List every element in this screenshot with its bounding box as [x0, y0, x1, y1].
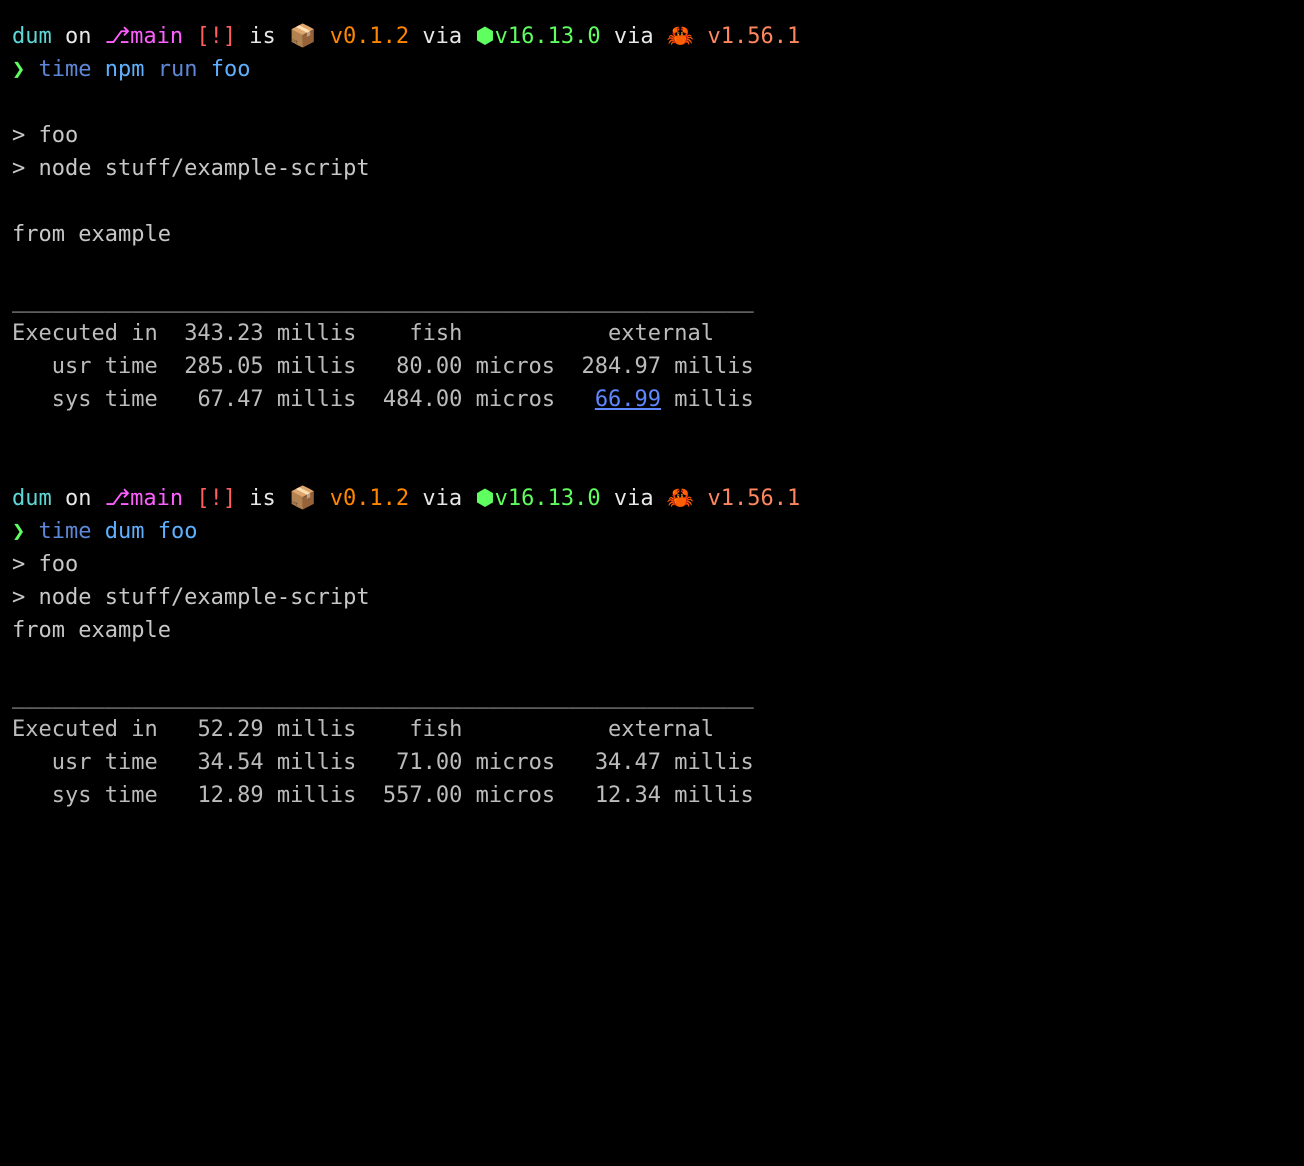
output-line: > foo [12, 119, 1292, 152]
highlighted-value: 66.99 [595, 387, 661, 412]
branch-icon: ⎇ [105, 24, 130, 49]
cmd-run: run [144, 57, 197, 82]
cmd-time: time [25, 57, 91, 82]
via-text-2: via [601, 486, 667, 511]
is-text: is [236, 24, 289, 49]
branch-name: main [130, 24, 183, 49]
node-icon: ⬢ [475, 24, 494, 49]
command-line-2[interactable]: ❯ time dum foo [12, 515, 1292, 548]
time-exec-line: Executed in 52.29 millis fish external [12, 713, 1292, 746]
prompt-line-1: dum on ⎇main [!] is 📦 v0.1.2 via ⬢v16.13… [12, 20, 1292, 53]
via-text-1: via [409, 24, 475, 49]
cmd-foo: foo [197, 57, 250, 82]
crab-icon: 🦀 [667, 486, 694, 511]
node-icon: ⬢ [475, 486, 494, 511]
git-status: [!] [183, 486, 236, 511]
on-text: on [52, 486, 105, 511]
command-line-1[interactable]: ❯ time npm run foo [12, 53, 1292, 86]
time-usr-line: usr time 34.54 millis 71.00 micros 34.47… [12, 746, 1292, 779]
branch-icon: ⎇ [105, 486, 130, 511]
rust-version: v1.56.1 [694, 24, 800, 49]
project-name: dum [12, 24, 52, 49]
package-version: v0.1.2 [316, 486, 409, 511]
package-version: v0.1.2 [316, 24, 409, 49]
output-line: > foo [12, 548, 1292, 581]
output-line: from example [12, 614, 1292, 647]
time-sys-line: sys time 12.89 millis 557.00 micros 12.3… [12, 779, 1292, 812]
terminal-output: dum on ⎇main [!] is 📦 v0.1.2 via ⬢v16.13… [12, 20, 1292, 812]
time-usr-line: usr time 285.05 millis 80.00 micros 284.… [12, 350, 1292, 383]
branch-name: main [130, 486, 183, 511]
cmd-time: time [25, 519, 91, 544]
via-text-1: via [409, 486, 475, 511]
divider: ________________________________________… [12, 284, 1292, 317]
prompt-arrow: ❯ [12, 57, 25, 82]
is-text: is [236, 486, 289, 511]
output-line: > node stuff/example-script [12, 581, 1292, 614]
prompt-arrow: ❯ [12, 519, 25, 544]
output-line: from example [12, 218, 1292, 251]
node-version: v16.13.0 [495, 486, 601, 511]
cmd-npm: npm [91, 57, 144, 82]
time-exec-line: Executed in 343.23 millis fish external [12, 317, 1292, 350]
package-icon: 📦 [289, 486, 316, 511]
crab-icon: 🦀 [667, 24, 694, 49]
git-status: [!] [183, 24, 236, 49]
on-text: on [52, 24, 105, 49]
divider: ________________________________________… [12, 680, 1292, 713]
package-icon: 📦 [289, 24, 316, 49]
prompt-line-2: dum on ⎇main [!] is 📦 v0.1.2 via ⬢v16.13… [12, 482, 1292, 515]
output-line: > node stuff/example-script [12, 152, 1292, 185]
cmd-foo: foo [144, 519, 197, 544]
via-text-2: via [601, 24, 667, 49]
rust-version: v1.56.1 [694, 486, 800, 511]
cmd-dum: dum [91, 519, 144, 544]
node-version: v16.13.0 [495, 24, 601, 49]
project-name: dum [12, 486, 52, 511]
time-sys-line: sys time 67.47 millis 484.00 micros 66.9… [12, 383, 1292, 416]
